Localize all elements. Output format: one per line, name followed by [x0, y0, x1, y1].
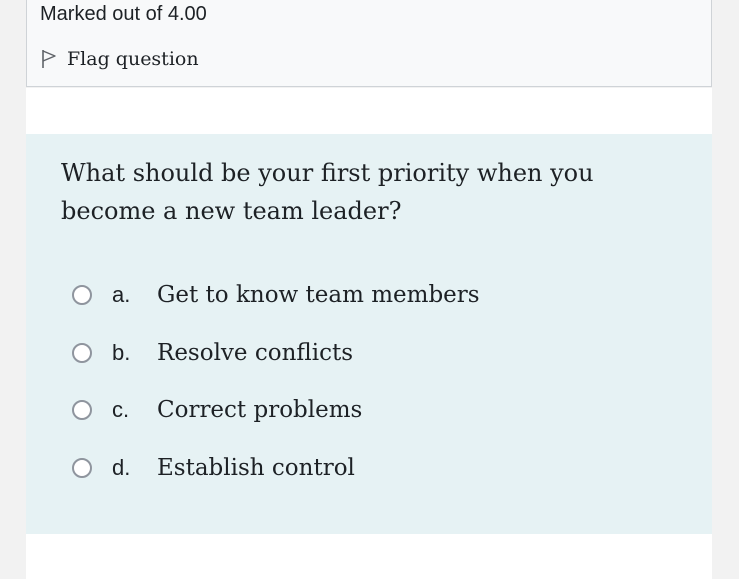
- answer-label: Resolve conflicts: [157, 340, 354, 366]
- question-formulation: What should be your first priority when …: [26, 134, 712, 534]
- answer-letter: a.: [112, 282, 131, 307]
- radio-button[interactable]: [72, 343, 92, 363]
- radio-button[interactable]: [72, 458, 92, 478]
- answer-letter: c.: [112, 397, 130, 422]
- answer-option-d[interactable]: d. Establish control: [72, 453, 355, 483]
- radio-button[interactable]: [72, 400, 92, 420]
- radio-button[interactable]: [72, 285, 92, 305]
- answer-option-a[interactable]: a. Get to know team members: [72, 280, 480, 310]
- answer-option-c[interactable]: c. Correct problems: [72, 395, 362, 425]
- flag-question-label: Flag question: [67, 48, 199, 70]
- answer-label: Establish control: [157, 455, 355, 481]
- answer-label: Get to know team members: [157, 282, 480, 308]
- spacer-strip: [26, 88, 712, 134]
- answer-letter: d.: [112, 455, 131, 480]
- bottom-strip: [26, 534, 712, 579]
- marked-out-of-text: Marked out of 4.00: [40, 3, 207, 25]
- flag-question-link[interactable]: Flag question: [41, 45, 199, 73]
- answer-label: Correct problems: [157, 397, 363, 423]
- answer-letter: b.: [112, 340, 131, 365]
- flag-icon: [41, 49, 57, 69]
- answer-option-b[interactable]: b. Resolve conflicts: [72, 338, 353, 368]
- question-info-box: Marked out of 4.00 Flag question: [26, 0, 712, 87]
- question-text: What should be your first priority when …: [61, 159, 594, 225]
